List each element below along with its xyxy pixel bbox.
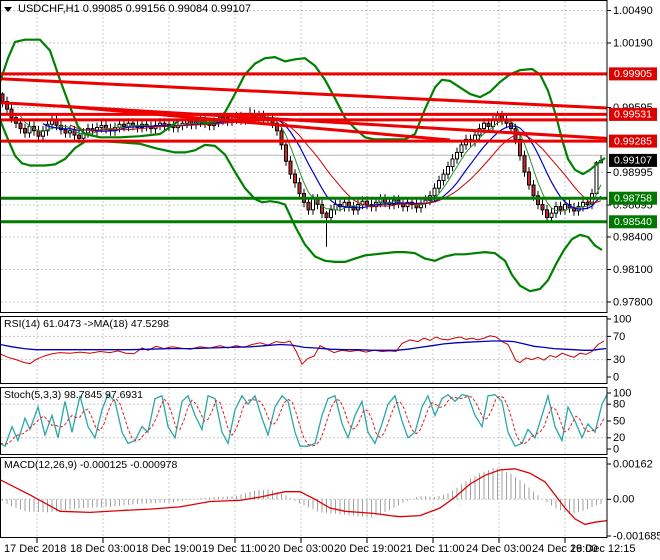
svg-text:20 Dec 19:00: 20 Dec 19:00 (334, 543, 399, 555)
svg-text:20: 20 (613, 432, 625, 444)
svg-text:0.98758: 0.98758 (614, 192, 652, 204)
svg-text:0.98540: 0.98540 (614, 216, 652, 228)
svg-text:0.99905: 0.99905 (614, 68, 652, 80)
chart-title-bar: USDCHF,H1 0.99085 0.99156 0.99084 0.9910… (4, 3, 251, 15)
svg-text:70: 70 (613, 331, 625, 343)
svg-text:-0.001685: -0.001685 (613, 530, 660, 542)
svg-text:0.00: 0.00 (613, 494, 634, 506)
svg-text:18 Dec 03:00: 18 Dec 03:00 (70, 543, 135, 555)
price-chart-canvas[interactable]: 1.004901.001900.995950.989950.986950.984… (0, 0, 660, 560)
svg-text:0.99285: 0.99285 (614, 135, 652, 147)
svg-text:30: 30 (613, 354, 625, 366)
svg-text:1.00490: 1.00490 (613, 5, 653, 17)
svg-text:0: 0 (613, 443, 619, 455)
svg-text:0.99107: 0.99107 (614, 155, 652, 167)
chart-title-text: USDCHF,H1 0.99085 0.99156 0.99084 0.9910… (18, 3, 252, 15)
svg-text:24 Dec 03:00: 24 Dec 03:00 (466, 543, 531, 555)
chart-window: 1.00490 1.00190 0.99595 0.98995 0.98695 0.984… (0, 0, 660, 560)
svg-text:21 Dec 11:00: 21 Dec 11:00 (400, 543, 465, 555)
svg-text:50: 50 (613, 415, 625, 427)
svg-text:17 Dec 2018: 17 Dec 2018 (4, 543, 66, 555)
svg-text:80: 80 (613, 399, 625, 411)
svg-text:0.98995: 0.98995 (613, 167, 653, 179)
svg-text:0.97800: 0.97800 (613, 296, 653, 308)
svg-text:0.98100: 0.98100 (613, 264, 653, 276)
svg-text:100: 100 (613, 387, 631, 399)
svg-text:100: 100 (613, 313, 631, 325)
svg-text:0: 0 (613, 371, 619, 383)
svg-text:19 Dec 11:00: 19 Dec 11:00 (202, 543, 267, 555)
svg-text:20 Dec 03:00: 20 Dec 03:00 (268, 543, 333, 555)
svg-text:1.00190: 1.00190 (613, 37, 653, 49)
svg-text:26 Dec 12:15: 26 Dec 12:15 (570, 543, 635, 555)
svg-text:0.00162: 0.00162 (613, 458, 653, 470)
svg-text:0.98400: 0.98400 (613, 231, 653, 243)
svg-text:0.99531: 0.99531 (614, 109, 652, 121)
svg-text:18 Dec 19:00: 18 Dec 19:00 (136, 543, 201, 555)
symbol-dropdown-icon[interactable] (4, 6, 12, 12)
